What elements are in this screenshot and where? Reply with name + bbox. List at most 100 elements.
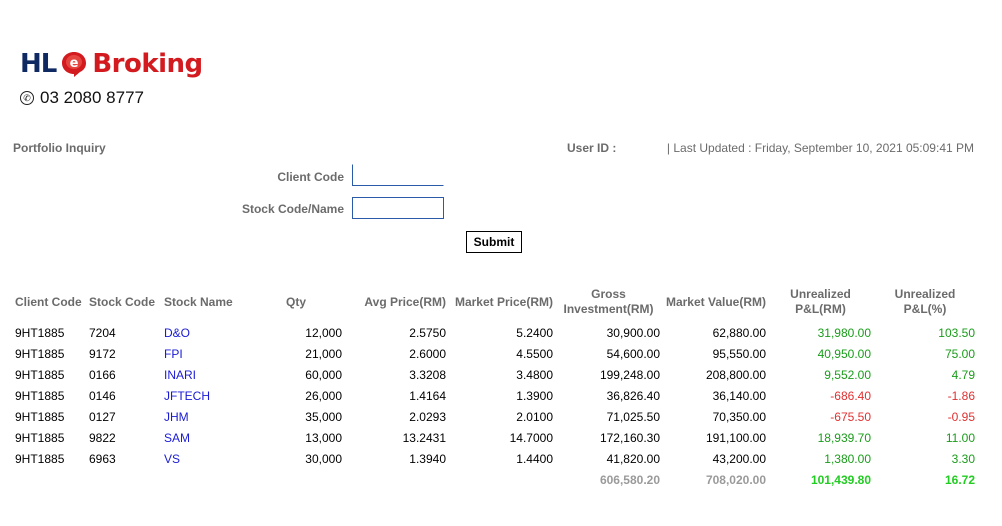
table-row: 9HT1885 9172 FPI 21,000 2.6000 4.5500 54…: [13, 343, 977, 364]
cell-qty: 30,000: [305, 451, 342, 466]
cell-unrealized-pct: -1.86: [947, 388, 975, 403]
cell-qty: 60,000: [305, 367, 342, 382]
totals-row: 606,580.20 708,020.00 101,439.80 16.72: [13, 469, 977, 490]
cell-unrealized-pct: -0.95: [947, 409, 975, 424]
client-code-input[interactable]: [352, 164, 444, 186]
cell-unrealized-rm: 1,380.00: [824, 451, 871, 466]
cell-stock-code: 0127: [89, 409, 116, 424]
col-avg-price: Avg Price(RM): [364, 294, 446, 309]
empty-cell: [448, 469, 555, 490]
stock-code-input[interactable]: [352, 197, 444, 219]
empty-cell: [13, 469, 87, 490]
cell-qty: 13,000: [305, 430, 342, 445]
user-id-label: User ID :: [567, 141, 617, 155]
cell-gross: 30,900.00: [606, 325, 660, 340]
cell-unrealized-rm: 40,950.00: [817, 346, 871, 361]
cell-stock-code: 7204: [89, 325, 116, 340]
cell-avg-price: 2.5750: [409, 325, 446, 340]
cell-gross: 54,600.00: [606, 346, 660, 361]
cell-unrealized-rm: 18,939.70: [817, 430, 871, 445]
cell-stock-code: 0166: [89, 367, 116, 382]
cell-stock-code: 6963: [89, 451, 116, 466]
cell-market-price: 2.0100: [516, 409, 553, 424]
cell-qty: 12,000: [305, 325, 342, 340]
cell-client-code: 9HT1885: [15, 367, 65, 382]
cell-client-code: 9HT1885: [15, 325, 65, 340]
cell-market-price: 4.5500: [516, 346, 553, 361]
cell-unrealized-pct: 4.79: [951, 367, 975, 382]
col-client-code: Client Code: [15, 294, 82, 309]
cell-avg-price: 2.0293: [409, 409, 446, 424]
cell-client-code: 9HT1885: [15, 388, 65, 403]
stock-link-inari[interactable]: INARI: [162, 364, 248, 385]
last-updated: | Last Updated : Friday, September 10, 2…: [666, 141, 974, 155]
submit-button[interactable]: Submit: [466, 231, 522, 253]
total-market-value: 708,020.00: [705, 472, 766, 487]
cell-client-code: 9HT1885: [15, 346, 65, 361]
col-stock-name: Stock Name: [164, 294, 233, 309]
col-stock-code: Stock Code: [89, 294, 156, 309]
cell-market-value: 208,800.00: [705, 367, 766, 382]
cell-qty: 35,000: [305, 409, 342, 424]
stock-link-sam[interactable]: SAM: [162, 427, 248, 448]
svg-text:e: e: [70, 56, 79, 71]
table-row: 9HT1885 0127 JHM 35,000 2.0293 2.0100 71…: [13, 406, 977, 427]
cell-market-value: 70,350.00: [712, 409, 766, 424]
cell-market-price: 5.2400: [516, 325, 553, 340]
cell-client-code: 9HT1885: [15, 430, 65, 445]
cell-market-value: 62,880.00: [712, 325, 766, 340]
table-row: 9HT1885 7204 D&O 12,000 2.5750 5.2400 30…: [13, 322, 977, 343]
phone-icon: ✆: [20, 91, 34, 105]
unreal-pct-header-line2: P&L(%): [903, 302, 947, 316]
col-market-price: Market Price(RM): [454, 294, 553, 309]
table-row: 9HT1885 0146 JFTECH 26,000 1.4164 1.3900…: [13, 385, 977, 406]
empty-cell: [344, 469, 448, 490]
stock-link-fpi[interactable]: FPI: [162, 343, 248, 364]
red-e-logo-icon: e: [60, 50, 88, 78]
cell-gross: 41,820.00: [606, 451, 660, 466]
stock-link-jhm[interactable]: JHM: [162, 406, 248, 427]
page-title: Portfolio Inquiry: [13, 141, 106, 155]
cell-client-code: 9HT1885: [15, 409, 65, 424]
unreal-pct-header-line1: Unrealized: [894, 287, 956, 301]
cell-unrealized-rm: 31,980.00: [817, 325, 871, 340]
table-row: 9HT1885 6963 VS 30,000 1.3940 1.4400 41,…: [13, 448, 977, 469]
stock-link-vs[interactable]: VS: [162, 448, 248, 469]
cell-unrealized-pct: 11.00: [945, 430, 975, 445]
cell-stock-code: 0146: [89, 388, 116, 403]
cell-market-value: 191,100.00: [705, 430, 766, 445]
col-qty: Qty: [285, 294, 306, 309]
cell-qty: 26,000: [305, 388, 342, 403]
col-unrealized-pct: Unrealized P&L(%): [873, 282, 977, 322]
gross-header-line1: Gross: [591, 287, 626, 301]
empty-cell: [87, 469, 162, 490]
client-code-label: Client Code: [277, 170, 344, 184]
table-row: 9HT1885 9822 SAM 13,000 13.2431 14.7000 …: [13, 427, 977, 448]
cell-unrealized-pct: 103.50: [938, 325, 975, 340]
brand-prefix: HL: [20, 49, 57, 79]
cell-unrealized-pct: 75.00: [944, 346, 975, 361]
cell-avg-price: 1.4164: [409, 388, 446, 403]
col-market-value: Market Value(RM): [665, 294, 766, 309]
cell-unrealized-rm: 9,552.00: [824, 367, 871, 382]
cell-unrealized-pct: 3.30: [951, 451, 975, 466]
cell-gross: 172,160.30: [599, 430, 660, 445]
cell-qty: 21,000: [305, 346, 342, 361]
cell-client-code: 9HT1885: [15, 451, 65, 466]
unreal-rm-header-line2: P&L(RM): [795, 302, 846, 316]
info-row: Portfolio Inquiry User ID : | Last Updat…: [13, 141, 974, 157]
table-header-row: Client Code Stock Code Stock Name Qty Av…: [13, 282, 977, 322]
stock-link-jftech[interactable]: JFTECH: [162, 385, 248, 406]
table-row: 9HT1885 0166 INARI 60,000 3.3208 3.4800 …: [13, 364, 977, 385]
empty-cell: [248, 469, 344, 490]
total-unrealized-pct: 16.72: [944, 472, 975, 487]
col-gross-investment: Gross Investment(RM): [555, 282, 662, 322]
empty-cell: [162, 469, 248, 490]
cell-market-price: 1.3900: [516, 388, 553, 403]
total-unrealized-rm: 101,439.80: [810, 472, 871, 487]
stock-link-do[interactable]: D&O: [162, 322, 248, 343]
cell-market-value: 95,550.00: [712, 346, 766, 361]
brand-logo: HL e Broking: [20, 48, 203, 80]
portfolio-table: Client Code Stock Code Stock Name Qty Av…: [13, 282, 977, 490]
cell-gross: 71,025.50: [606, 409, 660, 424]
